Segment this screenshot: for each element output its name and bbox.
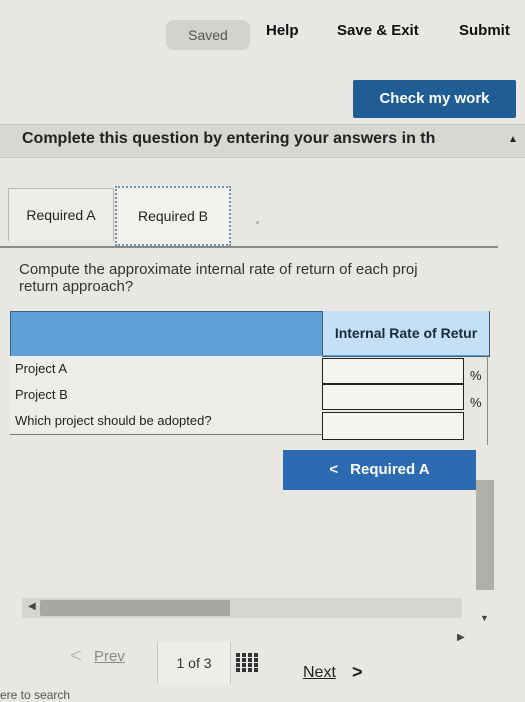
prev-button[interactable]: Prev [94, 648, 125, 665]
check-my-work-button[interactable]: Check my work [353, 80, 516, 118]
help-link[interactable]: Help [266, 22, 299, 39]
vertical-scrollbar-thumb[interactable] [476, 480, 494, 590]
saved-status: Saved [166, 20, 250, 50]
grid-menu-icon[interactable] [236, 653, 258, 673]
percent-unit: % [470, 395, 482, 410]
tab-divider [0, 246, 498, 248]
next-button[interactable]: Next [303, 664, 336, 682]
project-b-irr-input[interactable] [322, 384, 464, 410]
question-line-2: return approach? [19, 278, 134, 295]
save-exit-link[interactable]: Save & Exit [337, 22, 419, 39]
table-border [487, 355, 488, 445]
tab-bar-dot [256, 221, 259, 224]
tab-required-a[interactable]: Required A [8, 188, 114, 241]
scroll-right-icon[interactable]: ▶ [457, 632, 465, 643]
row-label: Project B [15, 387, 68, 402]
instruction-text: Complete this question by entering your … [22, 130, 436, 147]
horizontal-scrollbar-thumb[interactable] [40, 600, 230, 616]
required-a-nav-button[interactable]: < Required A [283, 450, 476, 490]
question-line-1: Compute the approximate internal rate of… [19, 261, 418, 278]
tab-required-b[interactable]: Required B [115, 186, 231, 246]
chevron-left-icon: < [329, 461, 339, 478]
collapse-up-icon[interactable]: ▲ [508, 134, 518, 145]
column-header-irr: Internal Rate of Retur [322, 311, 489, 355]
submit-link[interactable]: Submit [459, 22, 510, 39]
page-indicator: 1 of 3 [157, 642, 231, 684]
table-row-project-a: Project A [10, 356, 322, 383]
table-row-adopt: Which project should be adopted? [10, 408, 322, 435]
percent-unit: % [470, 368, 482, 383]
scroll-left-icon[interactable]: ◀ [28, 601, 36, 612]
question-text: Compute the approximate internal rate of… [19, 261, 499, 295]
adopt-project-input[interactable] [322, 412, 464, 440]
next-chevron-icon[interactable]: > [352, 662, 363, 683]
project-a-irr-input[interactable] [322, 358, 464, 384]
required-a-nav-label: Required A [350, 461, 430, 478]
row-label: Which project should be adopted? [15, 413, 212, 428]
table-row-project-b: Project B [10, 382, 322, 409]
scroll-down-icon[interactable]: ▼ [480, 613, 489, 623]
row-label: Project A [15, 361, 68, 376]
prev-chevron-icon[interactable]: < [70, 645, 82, 668]
